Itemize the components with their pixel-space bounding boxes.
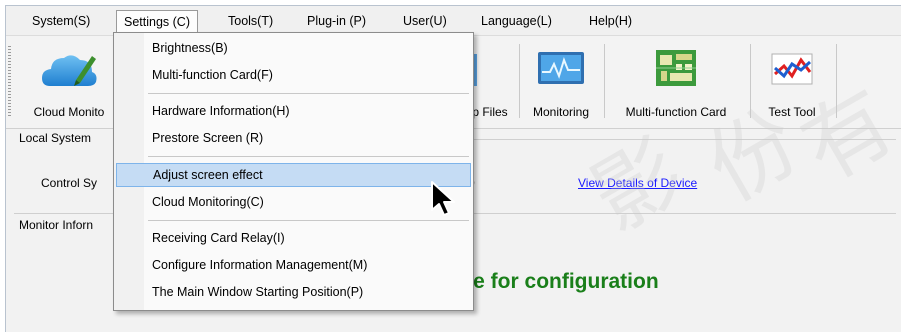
menu-item-receiving-card-relay[interactable]: Receiving Card Relay(I) <box>116 226 471 250</box>
monitor-info-title: Monitor Inforn <box>19 218 94 232</box>
menu-separator <box>148 93 469 94</box>
cloud-icon <box>40 46 98 97</box>
toolbar-monitoring[interactable]: Monitoring <box>520 42 602 122</box>
circuit-board-icon <box>654 46 698 95</box>
menu-separator <box>148 156 469 157</box>
menu-help[interactable]: Help(H) <box>582 11 639 31</box>
toolbar-separator <box>750 44 751 118</box>
menu-user[interactable]: User(U) <box>396 11 454 31</box>
toolbar-separator <box>604 44 605 118</box>
menu-item-main-window-starting-position[interactable]: The Main Window Starting Position(P) <box>116 280 471 304</box>
toolbar-label: Test Tool <box>768 105 816 119</box>
menu-language[interactable]: Language(L) <box>474 11 559 31</box>
chart-icon <box>770 46 814 93</box>
toolbar-separator <box>836 44 837 118</box>
toolbar-grip[interactable] <box>8 46 11 116</box>
local-system-title: Local System <box>19 131 92 145</box>
menu-item-prestore-screen[interactable]: Prestore Screen (R) <box>116 126 471 150</box>
mouse-pointer-icon <box>430 180 458 221</box>
menu-item-brightness[interactable]: Brightness(B) <box>116 36 471 60</box>
menu-item-hardware-information[interactable]: Hardware Information(H) <box>116 99 471 123</box>
toolbar-label: Cloud Monito <box>33 105 105 119</box>
toolbar-cloud-monitoring[interactable]: Cloud Monito <box>18 42 120 122</box>
menu-item-cloud-monitoring[interactable]: Cloud Monitoring(C) <box>116 190 471 214</box>
monitor-icon <box>536 46 586 93</box>
main-window: System(S) Settings (C) Tools(T) Plug-in … <box>5 5 901 332</box>
toolbar-label: Multi-function Card <box>625 105 727 119</box>
menu-separator <box>148 220 469 221</box>
configuration-message: re for configuration <box>465 270 659 293</box>
menu-system[interactable]: System(S) <box>25 11 97 31</box>
menu-plugin[interactable]: Plug-in (P) <box>300 11 373 31</box>
menu-tools[interactable]: Tools(T) <box>221 11 280 31</box>
toolbar-test-tool[interactable]: Test Tool <box>754 42 830 122</box>
menu-item-multifunction-card[interactable]: Multi-function Card(F) <box>116 63 471 87</box>
menu-item-configure-information-management[interactable]: Configure Information Management(M) <box>116 253 471 277</box>
toolbar-multifunction-card[interactable]: Multi-function Card <box>607 42 745 122</box>
view-device-details-link[interactable]: View Details of Device <box>578 176 697 190</box>
control-system-label: Control Sy <box>41 176 98 190</box>
menu-item-adjust-screen-effect[interactable]: Adjust screen effect <box>116 163 471 187</box>
settings-dropdown-menu: Brightness(B) Multi-function Card(F) Har… <box>113 32 474 311</box>
menu-settings[interactable]: Settings (C) <box>116 10 198 33</box>
toolbar-label: Monitoring <box>532 105 590 119</box>
